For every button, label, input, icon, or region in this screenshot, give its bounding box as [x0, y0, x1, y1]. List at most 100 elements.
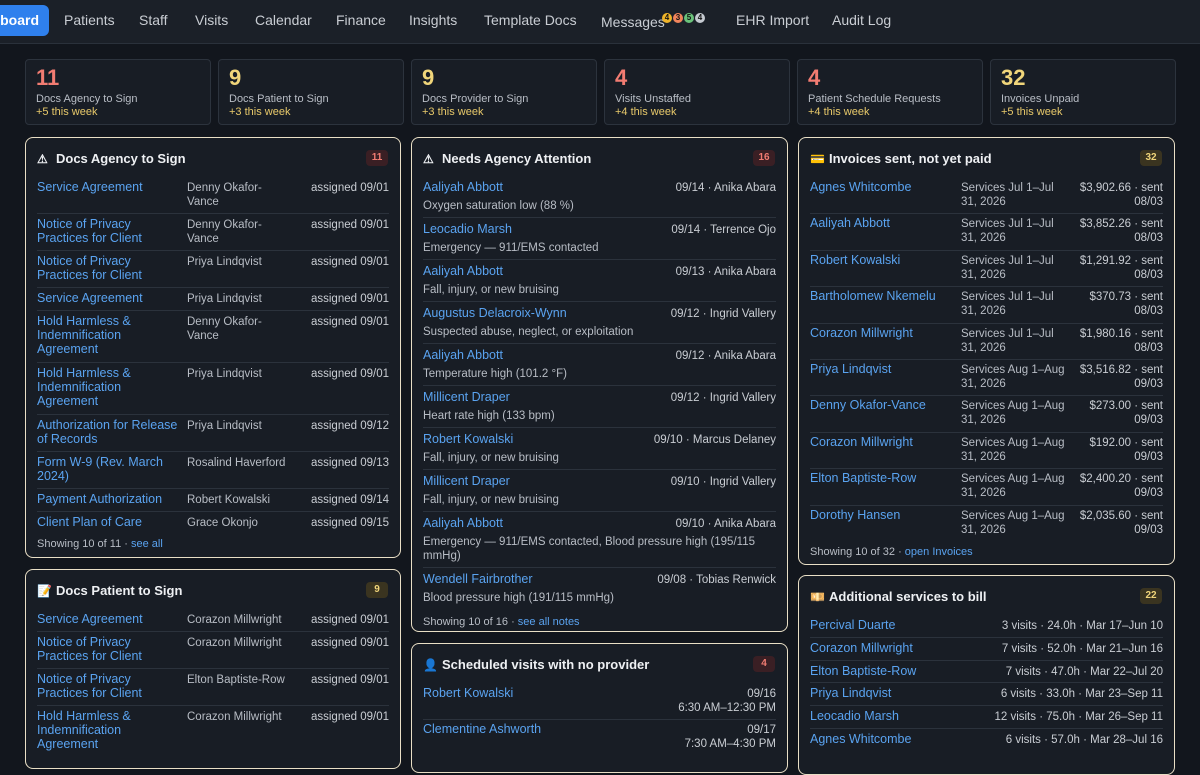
patient-link[interactable]: Corazon Millwright: [810, 641, 913, 655]
patient-link[interactable]: Millicent Draper: [423, 390, 510, 404]
footer-link[interactable]: see all notes: [518, 616, 580, 628]
stat-card[interactable]: 9 Docs Provider to Sign +3 this week: [411, 59, 597, 125]
invoice-amount: $192.00 · sent 09/03: [1089, 436, 1163, 463]
footer-link[interactable]: see all: [131, 538, 163, 550]
assigned-date: assigned 09/01: [310, 368, 389, 380]
document-link[interactable]: Authorization for Release of Records: [37, 418, 187, 446]
patient-link[interactable]: Dorothy Hansen: [810, 508, 900, 522]
assigned-date: assigned 09/12: [310, 420, 389, 432]
patient-link[interactable]: Elton Baptiste-Row: [810, 664, 916, 678]
patient-link[interactable]: Percival Duarte: [810, 618, 895, 632]
document-link[interactable]: Notice of Privacy Practices for Client: [37, 217, 187, 245]
patient-link[interactable]: Agnes Whitcombe: [810, 180, 911, 194]
patient-link[interactable]: Agnes Whitcombe: [810, 732, 911, 746]
document-link[interactable]: Hold Harmless & Indemnification Agreement: [37, 709, 187, 751]
stat-value: 32: [1001, 65, 1026, 90]
patient-link[interactable]: Aaliyah Abbott: [423, 180, 503, 194]
patient-link[interactable]: Robert Kowalski: [423, 432, 513, 446]
document-link[interactable]: Service Agreement: [37, 180, 187, 194]
service-period: Services Aug 1–Aug 31, 2026: [961, 473, 1065, 500]
patient-link[interactable]: Robert Kowalski: [810, 253, 900, 267]
row-divider: [423, 469, 776, 470]
document-link[interactable]: Payment Authorization: [37, 492, 187, 506]
patient-link[interactable]: Clementine Ashworth: [423, 722, 541, 736]
nav-item-messages[interactable]: Messages: [601, 14, 665, 30]
billing-detail: 7 visits · 52.0h · Mar 21–Jun 16: [1001, 642, 1163, 655]
patient-link[interactable]: Leocadio Marsh: [810, 709, 899, 723]
visit-time: 09/17 7:30 AM–4:30 PM: [684, 724, 776, 750]
visit-time: 09/16 6:30 AM–12:30 PM: [678, 688, 776, 714]
patient-link[interactable]: Aaliyah Abbott: [423, 516, 503, 530]
row-divider: [810, 728, 1163, 729]
patient-link[interactable]: Robert Kowalski: [423, 686, 513, 700]
note-meta: 09/12 · Ingrid Vallery: [670, 308, 776, 320]
nav-item-insights[interactable]: Insights: [409, 12, 457, 28]
nav-item-visits[interactable]: Visits: [195, 12, 228, 28]
document-link[interactable]: Hold Harmless & Indemnification Agreement: [37, 366, 187, 408]
nav-item-staff[interactable]: Staff: [139, 12, 168, 28]
document-link[interactable]: Notice of Privacy Practices for Client: [37, 635, 187, 663]
document-link[interactable]: Service Agreement: [37, 291, 187, 305]
stat-card[interactable]: 9 Docs Patient to Sign +3 this week: [218, 59, 404, 125]
row-divider: [810, 213, 1163, 215]
nav-item-finance[interactable]: Finance: [336, 12, 386, 28]
document-link[interactable]: Hold Harmless & Indemnification Agreement: [37, 314, 187, 356]
nav-item-patients[interactable]: Patients: [64, 12, 115, 28]
note-text: Heart rate high (133 bpm): [423, 410, 555, 422]
patient-link[interactable]: Priya Lindqvist: [810, 686, 891, 700]
invoice-amount: $3,902.66 · sent 08/03: [1079, 182, 1163, 208]
service-period: Services Aug 1–Aug 31, 2026: [961, 364, 1065, 390]
stat-delta: +4 this week: [615, 106, 677, 118]
panel-footer: Showing 10 of 11 · see all: [37, 538, 163, 550]
patient-link[interactable]: Elton Baptiste-Row: [810, 471, 916, 485]
assignee-name: Denny Okafor- Vance: [187, 219, 262, 245]
note-text: Temperature high (101.2 °F): [423, 368, 567, 380]
row-divider: [37, 362, 389, 363]
invoice-amount: $3,852.26 · sent 08/03: [1079, 218, 1163, 245]
nav-item-audit-log[interactable]: Audit Log: [832, 12, 891, 28]
row-divider: [810, 682, 1163, 684]
nav-item-ehr-import[interactable]: EHR Import: [736, 12, 809, 28]
patient-link[interactable]: Aaliyah Abbott: [810, 216, 890, 230]
invoice-amount: $273.00 · sent 09/03: [1089, 400, 1163, 427]
assigned-date: assigned 09/01: [310, 614, 389, 626]
patient-link[interactable]: Aaliyah Abbott: [423, 264, 503, 278]
stat-card[interactable]: 4 Patient Schedule Requests +4 this week: [797, 59, 983, 125]
service-period: Services Aug 1–Aug 31, 2026: [961, 400, 1065, 427]
nav-item-calendar[interactable]: Calendar: [255, 12, 312, 28]
document-link[interactable]: Notice of Privacy Practices for Client: [37, 254, 187, 282]
document-link[interactable]: Service Agreement: [37, 612, 187, 626]
assigned-date: assigned 09/14: [310, 494, 389, 506]
footer-link[interactable]: open Invoices: [905, 546, 973, 558]
panel-title: 👤 Scheduled visits with no provider: [423, 657, 649, 672]
stat-card[interactable]: 32 Invoices Unpaid +5 this week: [990, 59, 1176, 125]
document-link[interactable]: Client Plan of Care: [37, 515, 187, 529]
row-divider: [423, 719, 776, 720]
patient-link[interactable]: Denny Okafor-Vance: [810, 398, 926, 412]
patient-link[interactable]: Corazon Millwright: [810, 435, 913, 449]
document-link[interactable]: Form W-9 (Rev. March 2024): [37, 455, 187, 483]
stat-card[interactable]: 4 Visits Unstaffed +4 this week: [604, 59, 790, 125]
assigned-date: assigned 09/01: [310, 637, 389, 649]
assignee-name: Corazon Millwright: [187, 711, 282, 723]
invoice-amount: $1,291.92 · sent 08/03: [1079, 254, 1163, 281]
patient-link[interactable]: Priya Lindqvist: [810, 362, 891, 376]
stat-label: Docs Patient to Sign: [229, 93, 329, 105]
nav-item-dashboard[interactable]: board: [0, 5, 49, 36]
patient-link[interactable]: Leocadio Marsh: [423, 222, 512, 236]
message-badge: 3: [673, 13, 683, 23]
patient-link[interactable]: Aaliyah Abbott: [423, 348, 503, 362]
panel-footer: Showing 10 of 16 · see all notes: [423, 616, 580, 628]
row-divider: [423, 217, 776, 218]
document-link[interactable]: Notice of Privacy Practices for Client: [37, 672, 187, 700]
nav-item-template-docs[interactable]: Template Docs: [484, 12, 577, 28]
patient-link[interactable]: Corazon Millwright: [810, 326, 913, 340]
patient-link[interactable]: Bartholomew Nkemelu: [810, 289, 936, 303]
note-meta: 09/08 · Tobias Renwick: [657, 574, 776, 586]
row-divider: [810, 659, 1163, 661]
stat-card[interactable]: 11 Docs Agency to Sign +5 this week: [25, 59, 211, 125]
billing-detail: 12 visits · 75.0h · Mar 26–Sep 11: [994, 711, 1163, 724]
patient-link[interactable]: Wendell Fairbrother: [423, 572, 533, 586]
patient-link[interactable]: Augustus Delacroix-Wynn: [423, 306, 567, 320]
patient-link[interactable]: Millicent Draper: [423, 474, 510, 488]
